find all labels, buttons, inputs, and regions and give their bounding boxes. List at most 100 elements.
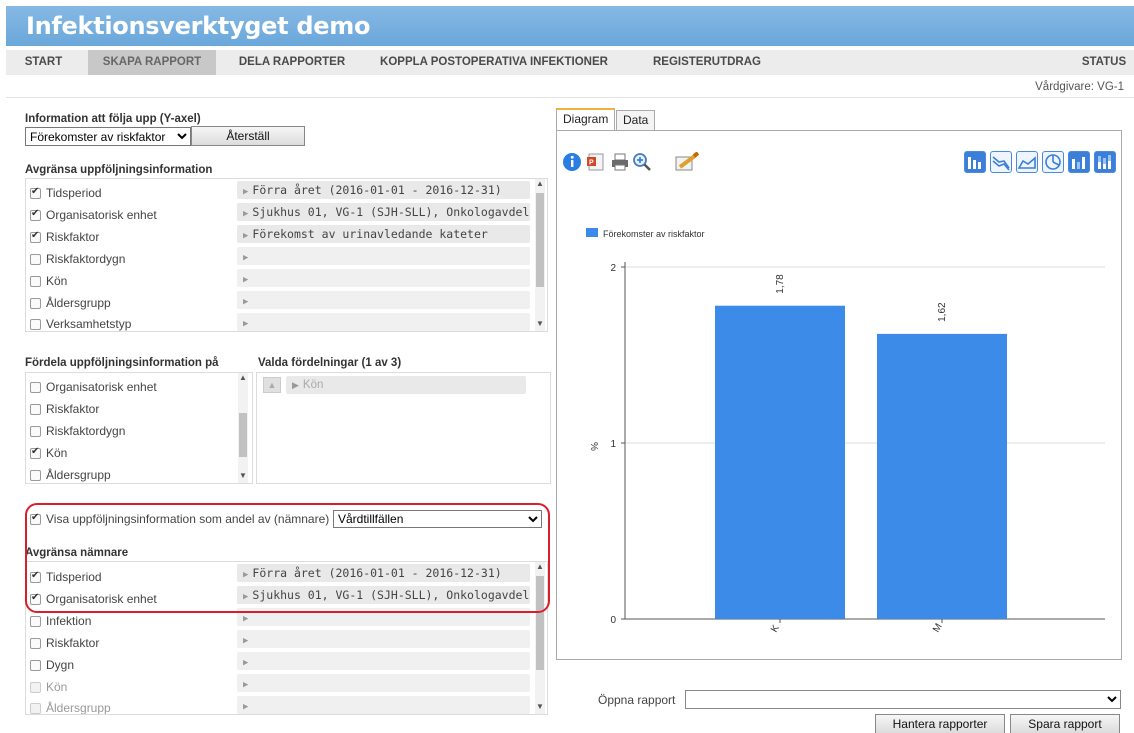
scroll-up-icon[interactable]: ▲ [535, 179, 545, 188]
bar-chart: Förekomster av riskfaktor % 0 1 2 1,78 K 1,62… [586, 228, 1105, 635]
den-item-riskfaktor[interactable]: Riskfaktor [30, 633, 99, 653]
distribute-item-label: Kön [46, 446, 68, 460]
checkbox[interactable] [30, 637, 41, 649]
distribute-item-label: Riskfaktordygn [46, 424, 126, 438]
open-report-select[interactable] [685, 690, 1121, 709]
manage-reports-button[interactable]: Hantera rapporter [875, 714, 1005, 733]
distribute-scrollbar[interactable]: ▲ ▼ [238, 373, 248, 483]
checkbox[interactable] [30, 230, 41, 243]
checkbox[interactable] [30, 318, 41, 330]
zoom-in-icon[interactable] [632, 152, 652, 172]
den-item-label: Dygn [46, 658, 75, 672]
scroll-up-icon[interactable]: ▲ [238, 373, 248, 382]
pie-chart-icon[interactable] [1042, 151, 1064, 173]
reset-button[interactable]: Återställ [191, 126, 305, 146]
checkbox[interactable] [30, 186, 41, 199]
nav-start[interactable]: START [6, 50, 81, 75]
checkbox[interactable] [30, 615, 41, 627]
nav-dela-rapporter[interactable]: DELA RAPPORTER [234, 50, 350, 75]
tab-data[interactable]: Data [616, 110, 656, 130]
den-item-label: Kön [46, 680, 68, 694]
limit-item-verksamhetstyp[interactable]: Verksamhetstyp [30, 314, 131, 331]
scroll-down-icon[interactable]: ▼ [238, 471, 248, 480]
selected-distribution-kon[interactable]: ▶ Kön [286, 376, 526, 394]
y-axis-label: % [588, 442, 599, 451]
limit-item-riskfaktor[interactable]: Riskfaktor [30, 227, 99, 247]
den-item-label: Åldersgrupp [46, 701, 111, 715]
limit-item-label: Riskfaktor [46, 230, 100, 244]
scroll-down-icon[interactable]: ▼ [535, 319, 545, 328]
checkbox[interactable] [30, 253, 41, 265]
checkbox[interactable] [30, 659, 41, 671]
nav-status[interactable]: STATUS [1074, 50, 1134, 75]
limit-value-empty[interactable]: ▶ [237, 269, 530, 287]
limit-item-kon[interactable]: Kön [30, 271, 67, 291]
tab-diagram[interactable]: Diagram [556, 108, 616, 130]
distribute-item-org[interactable]: Organisatorisk enhet [30, 377, 157, 397]
bar-chart-icon[interactable] [964, 151, 986, 173]
limit-value-empty[interactable]: ▶ [237, 247, 530, 265]
powerpoint-export-icon[interactable]: P [586, 152, 606, 172]
den-value-empty[interactable]: ▶ [237, 630, 530, 648]
checkbox[interactable] [30, 403, 41, 415]
den-value-empty[interactable]: ▶ [237, 696, 530, 714]
den-item-dygn[interactable]: Dygn [30, 655, 74, 675]
checkbox[interactable] [30, 381, 41, 393]
den-item-label: Infektion [46, 614, 92, 628]
save-report-button[interactable]: Spara rapport [1010, 714, 1120, 733]
scroll-thumb[interactable] [536, 193, 544, 287]
limit-item-label: Organisatorisk enhet [46, 208, 157, 222]
limit-item-org[interactable]: Organisatorisk enhet [30, 205, 157, 225]
limit-box: Tidsperiod Organisatorisk enhet Riskfakt… [25, 178, 548, 332]
checkbox[interactable] [30, 297, 41, 309]
checkbox[interactable] [30, 275, 41, 287]
nav-koppla-postoperativa[interactable]: KOPPLA POSTOPERATIVA INFEKTIONER [368, 50, 620, 75]
nav-skapa-rapport[interactable]: SKAPA RAPPORT [88, 50, 216, 75]
line-chart-icon[interactable] [990, 151, 1012, 173]
grouped-bar-icon[interactable] [1068, 151, 1090, 173]
limit-value-tidsperiod[interactable]: ▶ Förra året (2016-01-01 - 2016-12-31) [237, 181, 530, 199]
den-value-empty[interactable]: ▶ [237, 652, 530, 670]
nav-registerutdrag[interactable]: REGISTERUTDRAG [646, 50, 768, 75]
distribute-item-aldersgrupp[interactable]: Åldersgrupp [30, 465, 111, 483]
legend-swatch [586, 228, 598, 237]
den-item-infektion[interactable]: Infektion [30, 611, 91, 631]
stacked-bar-icon[interactable] [1094, 151, 1116, 173]
info-icon[interactable] [562, 152, 582, 172]
edit-icon[interactable] [674, 152, 700, 172]
y-tick-label: 2 [610, 263, 616, 274]
limit-item-riskfaktordygn[interactable]: Riskfaktordygn [30, 249, 125, 269]
den-item-aldersgrupp[interactable]: Åldersgrupp [30, 698, 111, 715]
distribute-item-kon[interactable]: Kön [30, 443, 67, 463]
limit-value-org[interactable]: ▶ Sjukhus 01, VG-1 (SJH-SLL), Onkologavde… [237, 203, 530, 221]
area-chart-icon[interactable] [1016, 151, 1038, 173]
y-axis-select[interactable]: Förekomster av riskfaktor [25, 127, 191, 146]
limit-title: Avgränsa uppföljningsinformation [25, 164, 213, 176]
den-item-kon[interactable]: Kön [30, 677, 67, 697]
distribute-item-label: Organisatorisk enhet [46, 380, 157, 394]
limit-scrollbar[interactable]: ▲ ▼ [535, 179, 545, 331]
legend-label: Förekomster av riskfaktor [603, 229, 705, 239]
den-value-empty[interactable]: ▶ [237, 674, 530, 692]
checkbox[interactable] [30, 208, 41, 221]
selected-distributions-box: ▲ ▶ Kön [256, 372, 551, 484]
y-tick-label: 0 [610, 615, 616, 626]
scroll-thumb[interactable] [239, 413, 247, 457]
scroll-down-icon[interactable]: ▼ [535, 702, 545, 711]
checkbox[interactable] [30, 425, 41, 437]
print-icon[interactable] [610, 152, 630, 172]
distribute-item-riskfaktor[interactable]: Riskfaktor [30, 399, 99, 419]
move-up-icon[interactable]: ▲ [263, 377, 281, 393]
den-item-label: Riskfaktor [46, 636, 100, 650]
limit-value-empty[interactable]: ▶ [237, 291, 530, 309]
checkbox[interactable] [30, 469, 41, 481]
limit-item-aldersgrupp[interactable]: Åldersgrupp [30, 293, 111, 313]
checkbox[interactable] [30, 702, 41, 714]
checkbox[interactable] [30, 681, 41, 693]
limit-value-empty[interactable]: ▶ [237, 313, 530, 331]
distribute-item-riskfaktordygn[interactable]: Riskfaktordygn [30, 421, 125, 441]
checkbox[interactable] [30, 446, 41, 459]
limit-item-label: Åldersgrupp [46, 296, 111, 310]
limit-item-tidsperiod[interactable]: Tidsperiod [30, 183, 102, 203]
limit-value-riskfaktor[interactable]: ▶ Förekomst av urinavledande kateter [237, 225, 530, 243]
